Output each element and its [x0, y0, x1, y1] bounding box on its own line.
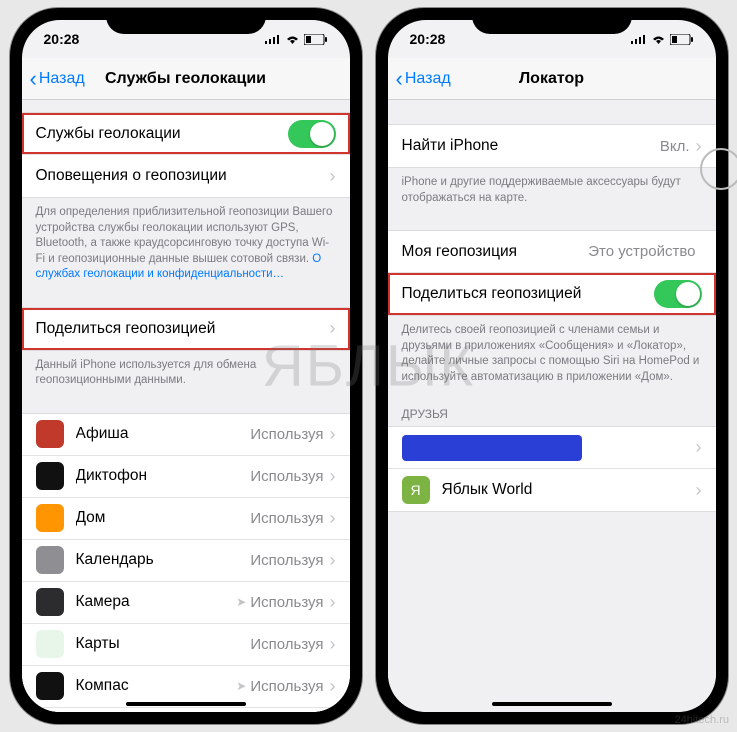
chevron-right-icon: ›	[330, 318, 336, 339]
back-label: Назад	[39, 70, 85, 88]
status-time: 20:28	[44, 31, 80, 47]
chevron-right-icon: ›	[330, 466, 336, 487]
chevron-right-icon: ›	[330, 550, 336, 571]
app-name: Календарь	[76, 551, 251, 569]
wifi-icon	[651, 34, 666, 45]
row-label: Найти iPhone	[402, 137, 660, 155]
chevron-right-icon: ›	[330, 592, 336, 613]
app-icon	[36, 504, 64, 532]
phone-left: 20:28 ‹ Назад Службы геолокации Службы г…	[10, 8, 362, 724]
row-friend[interactable]: Я Яблык World ›	[388, 469, 716, 511]
row-value: Вкл.	[660, 138, 690, 155]
corner-watermark: 24hitech.ru	[675, 714, 729, 726]
status-time: 20:28	[410, 31, 446, 47]
app-icon	[36, 420, 64, 448]
row-value: Это устройство	[588, 243, 695, 260]
row-label: Моя геопозиция	[402, 243, 589, 261]
redacted-content	[402, 435, 582, 461]
app-icon: Я	[402, 476, 430, 504]
chevron-right-icon: ›	[330, 424, 336, 445]
row-app[interactable]: АфишаИспользуя ›	[22, 414, 350, 456]
footer-text: iPhone и другие поддерживаемые аксессуар…	[388, 168, 716, 206]
chevron-right-icon: ›	[696, 437, 702, 458]
chevron-right-icon: ›	[696, 480, 702, 501]
notch	[106, 8, 266, 34]
row-app[interactable]: ДомИспользуя ›	[22, 498, 350, 540]
signal-icon	[631, 34, 647, 44]
row-app[interactable]: Локатор➤Используя›	[22, 708, 350, 712]
app-status: Используя	[250, 468, 323, 485]
row-my-geoposition[interactable]: Моя геопозиция Это устройство	[388, 231, 716, 273]
row-geo-alerts[interactable]: Оповещения о геопозиции ›	[22, 155, 350, 197]
row-share-location[interactable]: Поделиться геопозицией	[388, 273, 716, 315]
row-label: Оповещения о геопозиции	[36, 167, 330, 185]
chevron-right-icon: ›	[330, 634, 336, 655]
footer-text: Делитесь своей геопозицией с членами сем…	[388, 316, 716, 385]
navbar: ‹ Назад Локатор	[388, 58, 716, 100]
app-status: Используя	[250, 510, 323, 527]
row-location-services[interactable]: Службы геолокации	[22, 113, 350, 155]
annotation-circle	[700, 148, 737, 190]
footer-text: Для определения приблизительной геопозиц…	[22, 198, 350, 283]
home-indicator[interactable]	[126, 702, 246, 706]
row-app[interactable]: КартыИспользуя ›	[22, 624, 350, 666]
app-icon	[36, 630, 64, 658]
app-name: Камера	[76, 593, 237, 611]
app-icon	[36, 546, 64, 574]
phone-right: 20:28 ‹ Назад Локатор Найти iPhone	[376, 8, 728, 724]
app-name: Компас	[76, 677, 237, 695]
chevron-left-icon: ‹	[396, 68, 403, 90]
back-button[interactable]: ‹ Назад	[30, 68, 85, 90]
row-label: Поделиться геопозицией	[402, 285, 654, 303]
home-indicator[interactable]	[492, 702, 612, 706]
chevron-right-icon: ›	[330, 166, 336, 187]
app-status: Используя	[250, 636, 323, 653]
row-app[interactable]: КалендарьИспользуя ›	[22, 540, 350, 582]
section-header-friends: ДРУЗЬЯ	[388, 399, 716, 422]
app-status: Используя	[250, 552, 323, 569]
location-arrow-icon: ➤	[236, 679, 246, 693]
row-label: Службы геолокации	[36, 125, 288, 143]
row-friend-redacted[interactable]: ›	[388, 427, 716, 469]
back-button[interactable]: ‹ Назад	[396, 68, 451, 90]
app-name: Диктофон	[76, 467, 251, 485]
chevron-right-icon: ›	[696, 136, 702, 157]
app-name: Дом	[76, 509, 251, 527]
app-name: Афиша	[76, 425, 251, 443]
footer-text: Данный iPhone используется для обмена ге…	[22, 351, 350, 389]
app-status: Используя	[250, 678, 323, 695]
row-label: Яблык World	[442, 481, 696, 499]
app-icon	[36, 588, 64, 616]
chevron-right-icon: ›	[330, 676, 336, 697]
navbar: ‹ Назад Службы геолокации	[22, 58, 350, 100]
app-status: Используя	[250, 426, 323, 443]
back-label: Назад	[405, 70, 451, 88]
signal-icon	[265, 34, 281, 44]
row-share-location[interactable]: Поделиться геопозицией ›	[22, 308, 350, 350]
app-icon	[36, 462, 64, 490]
row-app[interactable]: Камера➤ Используя ›	[22, 582, 350, 624]
row-label: Поделиться геопозицией	[36, 320, 330, 338]
row-app[interactable]: ДиктофонИспользуя ›	[22, 456, 350, 498]
app-icon	[36, 672, 64, 700]
battery-icon	[304, 34, 328, 45]
battery-icon	[670, 34, 694, 45]
chevron-left-icon: ‹	[30, 68, 37, 90]
wifi-icon	[285, 34, 300, 45]
notch	[472, 8, 632, 34]
app-status: Используя	[250, 594, 323, 611]
toggle-location-services[interactable]	[288, 120, 336, 148]
toggle-share-location[interactable]	[654, 280, 702, 308]
location-arrow-icon: ➤	[236, 595, 246, 609]
app-name: Карты	[76, 635, 251, 653]
row-find-iphone[interactable]: Найти iPhone Вкл. ›	[388, 125, 716, 167]
chevron-right-icon: ›	[330, 508, 336, 529]
